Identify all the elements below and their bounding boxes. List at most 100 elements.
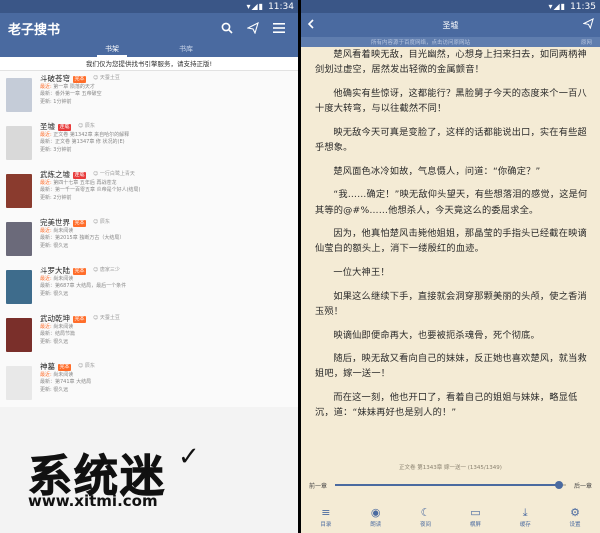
author-icon: ☺ — [93, 75, 99, 82]
chapter-text: 楚风看着映无敌，目光幽然，心想身上扫来扫去，如同两柄神剑划过虚空，居然发出轻微的… — [301, 47, 600, 460]
toolbar-catalog-button[interactable]: ≡ 目录 — [306, 506, 346, 528]
book-latest-chapter: 最新：第741章 大结局 — [40, 379, 92, 386]
book-updated: 更新: 很久远 — [40, 242, 69, 249]
tab-library[interactable]: 书库 — [169, 43, 203, 57]
paragraph: “我……确定！”映无敌仰头望天，有些想落泪的感觉，这是何其等的@#%……他想杀人… — [315, 189, 588, 216]
book-cover — [6, 366, 32, 400]
source-bar: 所有内容源于百度网络，点击访问原网站 原网 — [301, 37, 600, 47]
app-bar: 老子搜书 — [0, 13, 298, 43]
landscape-icon: ▭ — [470, 505, 481, 519]
paragraph: 随后，映无敌又看向自己的妹妹，反正她也喜欢楚风，就当救姐吧，嫁一送一！ — [315, 353, 587, 380]
toolbar-label: 设置 — [569, 521, 581, 528]
book-list: 斗破苍穹 完本 ☺ 天蚕土豆 最近: 第一章 陨落的天才 最新：番外第一章 五帝… — [0, 71, 298, 407]
paragraph: 楚风看着映无敌，目光幽然，心想身上扫来扫去，如同两柄神剑划过虚空，居然发出轻微的… — [315, 49, 587, 76]
book-author: ☺ 唐家三少 — [93, 267, 120, 274]
book-cover — [6, 174, 32, 208]
menu-icon[interactable] — [268, 17, 290, 39]
progress-fill — [335, 484, 560, 486]
book-author: ☺ 天蚕土豆 — [93, 75, 120, 82]
next-chapter-button[interactable]: 后一章 — [574, 481, 592, 490]
status-badge: 连载 — [73, 171, 87, 179]
book-updated: 更新: 很久远 — [40, 290, 69, 297]
toolbar-read-aloud-button[interactable]: ◉ 朗读 — [356, 506, 396, 528]
author-icon: ☺ — [78, 363, 84, 370]
book-item[interactable]: 斗罗大陆 完本 ☺ 唐家三少 最近: 尚未阅读 最新：第687章 大结局，最后一… — [0, 263, 298, 311]
status-badge: 完本 — [73, 315, 87, 323]
watermark-check-icon: ✓ — [178, 442, 200, 472]
book-updated: 更新: 2分钟前 — [40, 194, 72, 201]
toolbar-landscape-button[interactable]: ▭ 横屏 — [455, 506, 495, 528]
book-updated: 更新: 很久远 — [40, 386, 69, 393]
book-item[interactable]: 神墓 完本 ☺ 辰东 最近: 尚未阅读 最新：第741章 大结局 更新: 很久远 — [0, 359, 298, 407]
book-updated: 更新: 很久远 — [40, 338, 69, 345]
toolbar-label: 目录 — [320, 521, 332, 528]
book-title: 斗破苍穹 — [40, 74, 70, 84]
book-author: ☺ 天蚕土豆 — [93, 315, 120, 322]
watermark: 系统迷 ✓ www.xitmi.com — [20, 440, 200, 530]
book-author: ☺ 一行白鹭上青天 — [93, 171, 135, 178]
book-title: 武炼之墟 — [40, 170, 70, 180]
copyright-notice: 我们仅为您提供找书引擎服务，请支持正版! — [0, 57, 298, 71]
cache-icon: ⤓ — [522, 505, 528, 519]
reader-app-bar: 圣墟 — [301, 13, 600, 37]
source-notice[interactable]: 所有内容源于百度网络，点击访问原网站 — [371, 38, 470, 46]
source-link[interactable]: 原网 — [581, 38, 592, 46]
author-icon: ☺ — [93, 315, 99, 322]
toolbar-label: 横屏 — [469, 521, 481, 528]
book-cover — [6, 270, 32, 304]
send-icon[interactable] — [242, 17, 264, 39]
catalog-icon: ≡ — [321, 505, 331, 519]
book-author: ☺ 辰东 — [78, 363, 95, 370]
book-title: 武动乾坤 — [40, 314, 70, 324]
tab-bookshelf[interactable]: 书架 — [95, 43, 129, 57]
toolbar-night-mode-button[interactable]: ☾ 夜间 — [406, 506, 446, 528]
signal-battery-icon: ▾◢▮ — [246, 2, 265, 11]
book-item[interactable]: 武炼之墟 连载 ☺ 一行白鹭上青天 最近: 第四十七章 五年后 再战苍龙 最新：… — [0, 167, 298, 215]
paragraph: 一位大神王！ — [333, 267, 390, 279]
author-icon: ☺ — [93, 267, 99, 274]
search-icon[interactable] — [216, 17, 238, 39]
reader-toolbar: ≡ 目录 ◉ 朗读 ☾ 夜间 ▭ 横屏 ⤓ 缓存 ⚙ 设置 — [301, 500, 600, 533]
status-badge: 完本 — [73, 267, 87, 275]
paragraph: 楚风面色冰冷如故，气息慑人，问道：“你确定？” — [333, 165, 541, 177]
toolbar-settings-button[interactable]: ⚙ 设置 — [555, 506, 595, 528]
paragraph: 他确实有些惊讶，这都能行？黑脸舅子今天的态度来个一百八十度大转弯，与以往截然不同… — [315, 87, 587, 115]
book-latest-chapter: 最新：第687章 大结局，最后一个条件 — [40, 283, 127, 290]
status-time: 11:35 — [570, 1, 596, 12]
toolbar-label: 缓存 — [519, 521, 531, 528]
book-item[interactable]: 斗破苍穹 完本 ☺ 天蚕土豆 最近: 第一章 陨落的天才 最新：番外第一章 五帝… — [0, 71, 298, 119]
book-item[interactable]: 完美世界 完本 ☺ 辰东 最近: 尚未阅读 最新：第2015章 独断万古（大结局… — [0, 215, 298, 263]
status-badge: 完本 — [58, 363, 72, 371]
progress-slider[interactable] — [335, 481, 566, 489]
settings-icon: ⚙ — [570, 505, 580, 519]
book-item[interactable]: 圣墟 连载 ☺ 辰东 最近: 正文卷 第1342章 来自哈尔的解释 最新：正文卷… — [0, 119, 298, 167]
chapter-progress: 前一章 后一章 — [301, 478, 600, 492]
watermark-url: www.xitmi.com — [28, 492, 158, 510]
book-updated: 更新: 3分钟前 — [40, 146, 72, 153]
paragraph: 映无敌今天可真是变脸了，这样的话都能说出口，实在有些超乎想象。 — [315, 126, 587, 154]
book-cover — [6, 222, 32, 256]
book-info: 武炼之墟 连载 ☺ 一行白鹭上青天 最近: 第四十七章 五年后 再战苍龙 最新：… — [40, 170, 292, 215]
toolbar-label: 夜间 — [420, 521, 432, 528]
progress-thumb[interactable] — [555, 481, 564, 489]
author-icon: ☺ — [93, 219, 99, 226]
toolbar-cache-button[interactable]: ⤓ 缓存 — [505, 506, 545, 528]
book-item[interactable]: 武动乾坤 完本 ☺ 天蚕土豆 最近: 尚未阅读 最新：结局节篇 更新: 很久远 — [0, 311, 298, 359]
paragraph: 映谪仙即便命再大，也要被扼杀魂骨，死个彻底。 — [333, 329, 540, 341]
status-bar: ▾◢▮ 11:35 — [301, 0, 600, 13]
author-icon: ☺ — [78, 123, 84, 130]
back-arrow-icon[interactable] — [307, 18, 325, 33]
send-icon[interactable] — [576, 17, 594, 32]
read-aloud-icon: ◉ — [370, 505, 381, 519]
book-title: 圣墟 — [442, 20, 459, 30]
book-info: 斗罗大陆 完本 ☺ 唐家三少 最近: 尚未阅读 最新：第687章 大结局，最后一… — [40, 266, 292, 311]
status-badge: 完本 — [73, 75, 87, 83]
book-title: 斗罗大陆 — [40, 266, 70, 276]
book-author: ☺ 辰东 — [78, 123, 95, 130]
tab-bar: 书架 书库 — [0, 43, 298, 57]
book-info: 斗破苍穹 完本 ☺ 天蚕土豆 最近: 第一章 陨落的天才 最新：番外第一章 五帝… — [40, 74, 292, 119]
book-latest-chapter: 最新：第2015章 独断万古（大结局） — [40, 235, 125, 242]
book-cover — [6, 126, 32, 160]
prev-chapter-button[interactable]: 前一章 — [309, 481, 327, 490]
chapter-info: 正文卷 第1343章 嫁一送一 (1345/1349) — [399, 465, 502, 471]
